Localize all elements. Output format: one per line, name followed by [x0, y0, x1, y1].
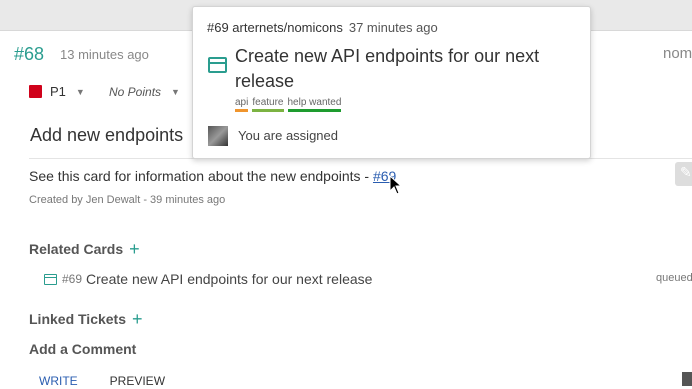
- popover-title: Create new API endpoints for our next re…: [235, 46, 540, 91]
- related-card-number: #69: [62, 272, 83, 286]
- label-api: api: [235, 97, 249, 112]
- assigned-text: You are assigned: [238, 128, 338, 143]
- card-time-ago: 13 minutes ago: [60, 47, 149, 62]
- markdown-icon: [682, 372, 692, 386]
- priority-label: P1: [50, 84, 66, 99]
- label-feature: feature: [252, 97, 284, 112]
- linked-tickets-label: Linked Tickets: [29, 311, 127, 327]
- pencil-icon: ✎: [680, 164, 692, 180]
- points-selector[interactable]: No Points ▼: [109, 85, 180, 99]
- card-number: #68: [14, 44, 45, 64]
- linked-tickets-heading: Linked Tickets +: [29, 310, 143, 328]
- label-help-wanted: help wanted: [287, 97, 342, 112]
- chevron-down-icon: ▼: [171, 87, 180, 97]
- tab-preview[interactable]: PREVIEW: [100, 374, 175, 388]
- avatar: [208, 126, 228, 146]
- card-preview-popover: #69 arternets/nomicons 37 minutes ago Cre…: [192, 6, 591, 159]
- add-related-icon[interactable]: +: [129, 240, 140, 258]
- related-card-title: Create new API endpoints for our next re…: [86, 271, 373, 287]
- popover-header: #69 arternets/nomicons 37 minutes ago: [207, 20, 438, 35]
- card-description: See this card for information about the …: [29, 168, 396, 184]
- label-list: api feature help wanted: [235, 97, 345, 112]
- card-icon: [44, 273, 57, 285]
- points-label: No Points: [109, 85, 162, 99]
- add-comment-heading: Add a Comment: [29, 341, 136, 357]
- card-icon: [208, 57, 227, 73]
- add-comment-label: Add a Comment: [29, 341, 137, 357]
- mouse-cursor-icon: [389, 175, 403, 195]
- tab-write[interactable]: WRITE: [29, 374, 88, 388]
- popover-time-ago: 37 minutes ago: [348, 20, 438, 35]
- priority-flag-icon: [29, 85, 42, 98]
- related-cards-label: Related Cards: [29, 241, 124, 257]
- related-card-item[interactable]: #69 Create new API endpoints for our nex…: [44, 271, 372, 287]
- add-linked-icon[interactable]: +: [132, 310, 143, 328]
- description-text: See this card for information about the …: [29, 168, 373, 184]
- priority-selector[interactable]: P1 ▼: [29, 84, 85, 99]
- comment-tabs: WRITE PREVIEW: [29, 374, 175, 388]
- created-by: Created by Jen Dewalt - 39 minutes ago: [29, 194, 226, 206]
- edit-button[interactable]: ✎: [675, 162, 692, 186]
- chevron-down-icon: ▼: [75, 86, 85, 97]
- related-card-status: queued: [656, 272, 692, 284]
- related-cards-heading: Related Cards +: [29, 240, 140, 258]
- card-title: Add new endpoints: [30, 125, 184, 145]
- repo-name-cut: nom: [663, 45, 692, 62]
- popover-ref: #69 arternets/nomicons: [207, 20, 343, 35]
